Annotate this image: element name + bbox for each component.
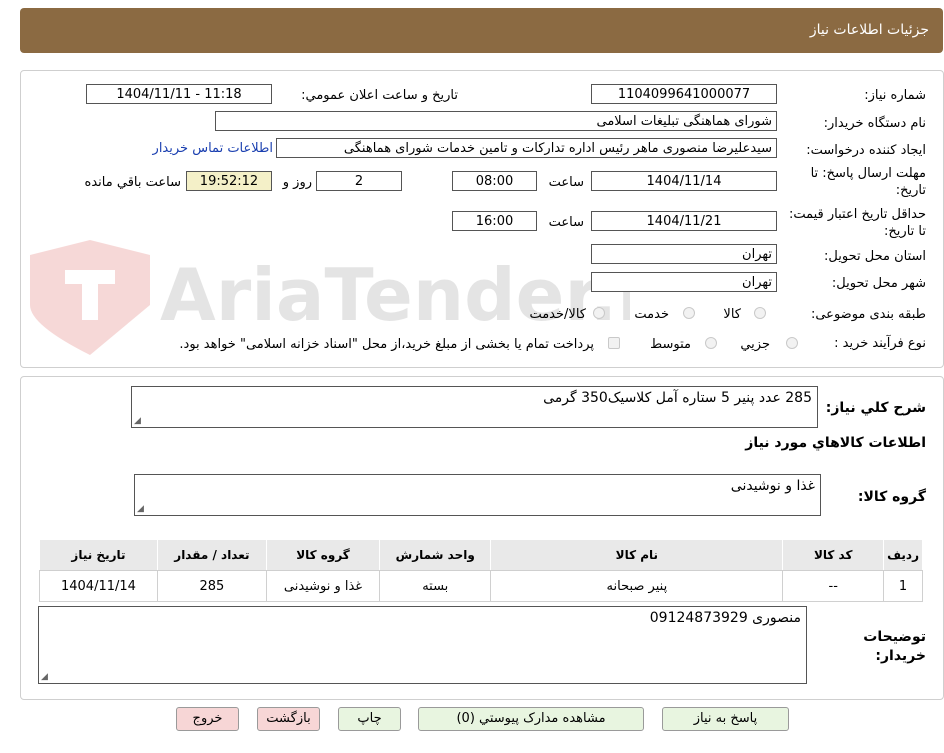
process-medium-label: متوسط [650,337,691,352]
watermark-text: AriaTender.net [160,253,630,337]
validity-time-field: 16:00 [452,211,537,231]
resize-grip-icon: ◢ [137,504,144,514]
time-remaining-label: ساعت باقي مانده [84,175,181,190]
validity-label: حداقل تاریخ اعتبار قیمت: تا تاریخ: [788,207,926,239]
buyer-notes-label: توضیحات خریدار: [863,629,926,664]
cell-item-code: -- [782,570,885,602]
page-header: جزئیات اطلاعات نیاز [20,8,943,53]
col-quantity: تعداد / مقدار [156,539,267,571]
cell-goods-group: غذا و نوشیدنی [265,570,381,602]
page-title: جزئیات اطلاعات نیاز [809,22,929,38]
goods-table: ردیف کد کالا نام کالا واحد شمارش گروه کا… [39,539,923,602]
col-item-code: کد کالا [782,539,885,571]
category-goods-radio[interactable] [754,307,766,319]
col-item-name: نام کالا [490,539,784,571]
province-label: استان محل تحویل: [824,249,926,264]
goods-table-header-row: ردیف کد کالا نام کالا واحد شمارش گروه کا… [39,539,923,571]
city-label: شهر محل تحویل: [831,276,926,291]
category-service-radio[interactable] [683,307,695,319]
treasury-payment-checkbox[interactable] [608,337,620,349]
resize-grip-icon: ◢ [41,672,48,682]
category-goods-label: کالا [723,307,741,322]
cell-unit: بسته [379,570,492,602]
process-medium-radio[interactable] [705,337,717,349]
cell-quantity: 285 [156,570,267,602]
exit-button[interactable]: خروج [176,707,239,731]
need-number-field: 1104099641000077 [591,84,777,104]
deadline-label: مهلت ارسال پاسخ: تا تاریخ: [810,166,926,198]
announce-datetime-label: تاریخ و ساعت اعلان عمومي: [301,88,458,103]
buyer-org-field: شورای هماهنگی تبلیغات اسلامی [215,111,777,131]
summary-textarea[interactable]: 285 عدد پنیر 5 ستاره آمل کلاسیک350 گرمی … [131,386,818,428]
deadline-time-label: ساعت [548,175,584,190]
goods-group-label: گروه کالا: [857,489,926,505]
time-remaining-field: 19:52:12 [186,171,272,191]
category-goods-service-radio[interactable] [593,307,605,319]
buyer-contact-link[interactable]: اطلاعات تماس خریدار [153,141,273,156]
process-minor-label: جزیي [740,337,770,352]
city-field: تهران [591,272,777,292]
view-attachments-button[interactable]: مشاهده مدارک پیوستي (0) [418,707,644,731]
province-field: تهران [591,244,777,264]
treasury-payment-note: پرداخت تمام یا بخشی از مبلغ خرید،از محل … [179,337,594,352]
category-goods-service-label: کالا/خدمت [529,307,586,322]
resize-grip-icon: ◢ [134,416,141,426]
buyer-notes-text: منصوری 09124873929 [649,610,801,626]
requester-field: سیدعلیرضا منصوری ماهر رئیس اداره تدارکات… [276,138,777,158]
requester-label: ایجاد کننده درخواست: [806,143,926,158]
deadline-date-field: 1404/11/14 [591,171,777,191]
category-label: طبقه بندی موضوعی: [810,307,926,322]
validity-time-label: ساعت [548,215,584,230]
announce-datetime-field: 1404/11/11 - 11:18 [86,84,272,104]
goods-info-title: اطلاعات کالاهاي مورد نیاز [745,435,926,451]
cell-need-date: 1404/11/14 [39,570,158,602]
goods-group-text: غذا و نوشیدنی [730,478,815,494]
summary-text: 285 عدد پنیر 5 ستاره آمل کلاسیک350 گرمی [543,390,812,406]
col-goods-group: گروه کالا [265,539,381,571]
col-row-number: ردیف [883,539,923,571]
goods-group-textarea[interactable]: غذا و نوشیدنی ◢ [134,474,821,516]
summary-label: شرح کلي نیاز: [825,400,926,416]
need-number-label: شماره نیاز: [864,88,926,103]
reply-button[interactable]: پاسخ به نیاز [662,707,789,731]
category-service-label: خدمت [634,307,669,322]
validity-date-field: 1404/11/21 [591,211,777,231]
process-type-label: نوع فرآیند خرید : [834,336,926,351]
col-unit: واحد شمارش [379,539,492,571]
buyer-notes-textarea[interactable]: منصوری 09124873929 ◢ [38,606,807,684]
cell-row-number: 1 [883,570,923,602]
back-button[interactable]: بازگشت [257,707,320,731]
deadline-time-field: 08:00 [452,171,537,191]
print-button[interactable]: چاپ [338,707,401,731]
buyer-org-label: نام دستگاه خریدار: [823,116,926,131]
table-row: 1 -- پنیر صبحانه بسته غذا و نوشیدنی 285 … [39,570,923,602]
days-label: روز و [282,175,312,190]
process-minor-radio[interactable] [786,337,798,349]
days-remaining-field: 2 [316,171,402,191]
col-need-date: تاریخ نیاز [39,539,158,571]
cell-item-name: پنیر صبحانه [490,570,784,602]
